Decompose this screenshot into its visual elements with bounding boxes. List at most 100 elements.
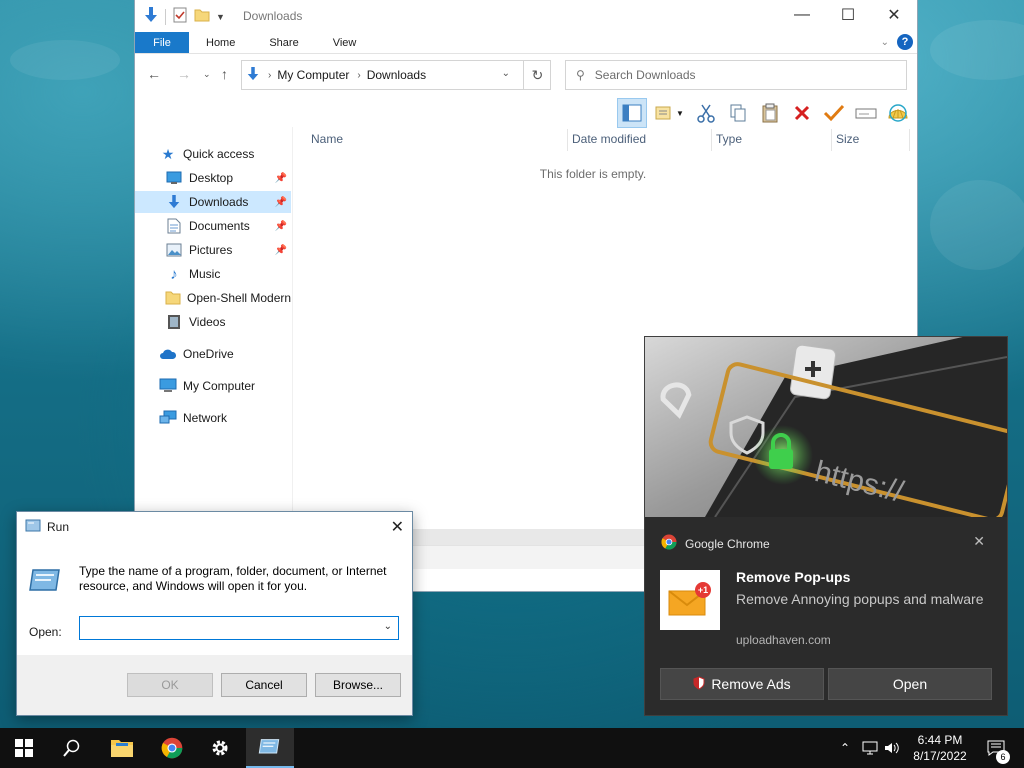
checkmark-icon[interactable]: [819, 98, 849, 128]
remove-ads-label: Remove Ads: [711, 676, 791, 692]
column-headers: Name Date modified Type Size: [293, 127, 917, 151]
show-hidden-icons[interactable]: ⌃: [840, 728, 850, 768]
chevron-down-icon[interactable]: ⌄: [384, 621, 392, 632]
ok-button[interactable]: OK: [127, 673, 213, 697]
folder-icon: [111, 740, 133, 757]
cloud-icon: [159, 348, 177, 360]
close-button[interactable]: ✕: [871, 0, 917, 30]
shell-settings-icon[interactable]: [883, 98, 913, 128]
taskbar-clock[interactable]: 6:44 PM 8/17/2022: [908, 732, 972, 764]
nav-open-shell[interactable]: Open-Shell Modern: [135, 287, 291, 309]
tab-home[interactable]: Home: [189, 32, 252, 53]
remove-ads-button[interactable]: Remove Ads: [660, 668, 824, 700]
nav-downloads[interactable]: Downloads 📌: [135, 191, 291, 213]
taskbar-run[interactable]: [246, 728, 294, 768]
view-options-icon[interactable]: ▼: [649, 98, 689, 128]
ribbon-expand-icon[interactable]: ⌄: [881, 37, 889, 48]
run-title: Run: [47, 520, 70, 534]
qat-customize-icon[interactable]: ▼: [216, 12, 225, 22]
volume-control[interactable]: [884, 728, 900, 768]
nav-network[interactable]: Network: [159, 407, 289, 429]
search-button[interactable]: [48, 728, 96, 768]
nav-label: OneDrive: [183, 347, 234, 361]
address-bar[interactable]: › My Computer › Downloads ⌄: [241, 60, 551, 90]
column-type[interactable]: Type: [716, 132, 742, 146]
pictures-icon: [165, 243, 183, 257]
open-input[interactable]: [80, 617, 370, 639]
paste-icon[interactable]: [755, 98, 785, 128]
nav-videos[interactable]: Videos: [135, 311, 291, 333]
nav-desktop[interactable]: Desktop 📌: [135, 167, 291, 189]
nav-onedrive[interactable]: OneDrive: [159, 343, 289, 365]
address-separator[interactable]: ›: [357, 70, 360, 81]
close-icon[interactable]: ✕: [391, 517, 404, 537]
nav-quick-access[interactable]: ★ Quick access: [159, 143, 289, 165]
nav-pictures[interactable]: Pictures 📌: [135, 239, 291, 261]
breadcrumb-downloads[interactable]: Downloads: [367, 68, 426, 82]
minimize-button[interactable]: —: [779, 0, 825, 30]
column-divider[interactable]: [567, 129, 568, 151]
up-arrow-icon[interactable]: ↑: [221, 66, 228, 82]
command-toolbar: ▼: [135, 96, 917, 130]
pin-icon[interactable]: 📌: [275, 197, 287, 208]
nav-music[interactable]: ♪ Music: [135, 263, 291, 285]
nav-my-computer[interactable]: My Computer: [159, 375, 289, 397]
computer-icon: [159, 378, 177, 394]
maximize-button[interactable]: ☐: [825, 0, 871, 30]
pin-icon[interactable]: 📌: [275, 245, 287, 256]
run-titlebar[interactable]: Run ✕: [17, 512, 412, 542]
refresh-icon[interactable]: ↻: [523, 60, 551, 90]
tab-file[interactable]: File: [135, 32, 189, 53]
new-folder-icon[interactable]: [194, 7, 210, 26]
pin-icon[interactable]: 📌: [275, 221, 287, 232]
column-size[interactable]: Size: [836, 132, 859, 146]
ribbon-tabs: File Home Share View ⌄ ?: [135, 32, 917, 54]
taskbar-file-explorer[interactable]: [98, 728, 146, 768]
address-separator[interactable]: ›: [268, 70, 271, 81]
recent-locations-icon[interactable]: ⌄: [203, 69, 211, 80]
downloads-arrow-icon[interactable]: [143, 6, 159, 27]
cut-icon[interactable]: [691, 98, 721, 128]
tab-view[interactable]: View: [316, 32, 374, 53]
search-box[interactable]: ⚲ Search Downloads: [565, 60, 907, 90]
address-history-icon[interactable]: ⌄: [502, 68, 510, 79]
delete-icon[interactable]: [787, 98, 817, 128]
properties-icon[interactable]: [172, 7, 188, 26]
cancel-button[interactable]: Cancel: [221, 673, 307, 697]
open-button[interactable]: Open: [828, 668, 992, 700]
taskbar-chrome[interactable]: [148, 728, 196, 768]
source-name: Google Chrome: [685, 536, 770, 551]
empty-folder-message: This folder is empty.: [539, 167, 647, 181]
chrome-notification[interactable]: https:// Google Chrome ✕ +1 Remove Pop-u…: [644, 336, 1008, 716]
column-divider[interactable]: [711, 129, 712, 151]
tab-share[interactable]: Share: [252, 32, 315, 53]
navigation-pane-icon[interactable]: [617, 98, 647, 128]
run-dialog: Run ✕ Type the name of a program, folder…: [16, 511, 413, 716]
help-icon[interactable]: ?: [897, 34, 913, 50]
forward-arrow-icon[interactable]: →: [177, 66, 191, 82]
explorer-titlebar[interactable]: ▼ Downloads — ☐ ✕: [135, 0, 917, 32]
nav-documents[interactable]: Documents 📌: [135, 215, 291, 237]
breadcrumb-my-computer[interactable]: My Computer: [277, 68, 349, 82]
copy-icon[interactable]: [723, 98, 753, 128]
column-date-modified[interactable]: Date modified: [572, 132, 646, 146]
address-downloads-icon: [246, 66, 260, 85]
rename-icon[interactable]: [851, 98, 881, 128]
close-icon[interactable]: ✕: [973, 533, 985, 550]
column-divider[interactable]: [831, 129, 832, 151]
column-divider[interactable]: [909, 129, 910, 151]
column-name[interactable]: Name: [311, 132, 343, 146]
nav-label: Documents: [189, 219, 250, 233]
music-icon: ♪: [170, 265, 178, 283]
browse-button[interactable]: Browse...: [315, 673, 401, 697]
run-program-icon: [258, 739, 280, 754]
taskbar-settings[interactable]: [196, 728, 244, 768]
run-program-icon: [29, 566, 63, 599]
action-center[interactable]: 6: [984, 728, 1010, 768]
network-status[interactable]: [862, 728, 878, 768]
taskbar: ⌃ 6:44 PM 8/17/2022 6: [0, 728, 1024, 768]
back-arrow-icon[interactable]: ←: [147, 66, 161, 82]
start-button[interactable]: [0, 728, 48, 768]
pin-icon[interactable]: 📌: [275, 173, 287, 184]
open-combobox[interactable]: ⌄: [79, 616, 399, 640]
